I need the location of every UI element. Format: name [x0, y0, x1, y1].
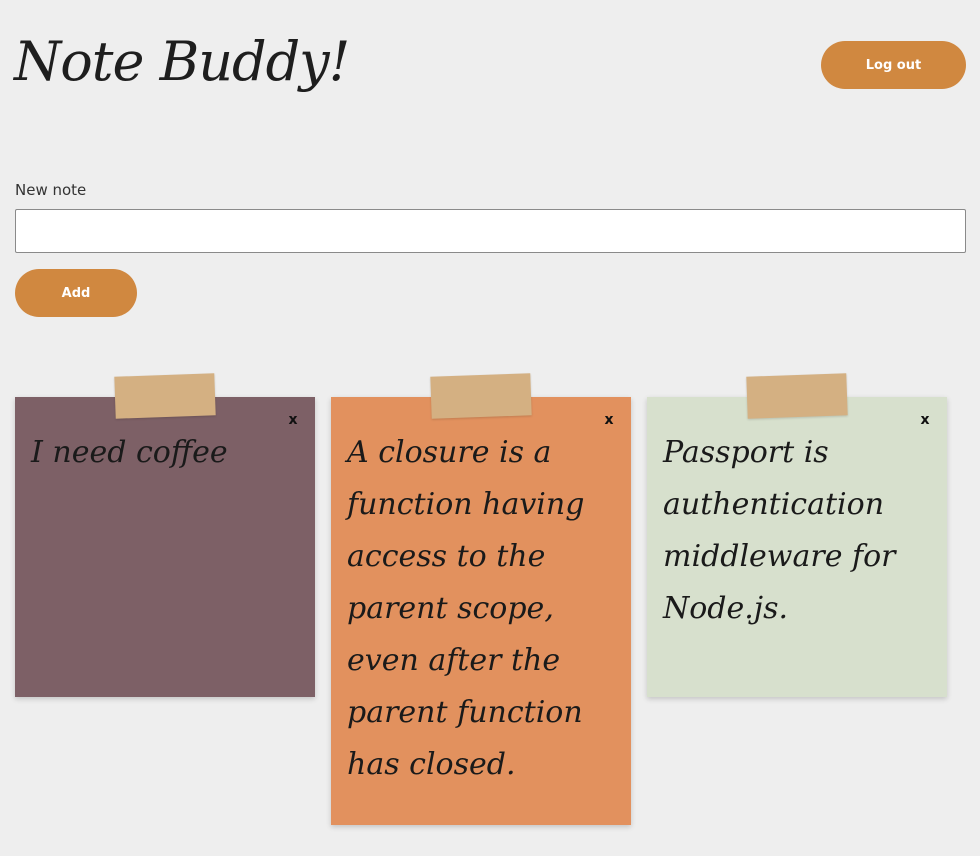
- note-card: x Passport is authentication middleware …: [647, 373, 947, 697]
- app-title: Note Buddy!: [14, 30, 350, 93]
- delete-note-button[interactable]: x: [285, 411, 301, 429]
- delete-note-button[interactable]: x: [601, 411, 617, 429]
- new-note-label: New note: [15, 181, 87, 199]
- note-card: x A closure is a function having access …: [331, 373, 631, 825]
- new-note-input[interactable]: [15, 209, 966, 253]
- note-text: Passport is authentication middleware fo…: [663, 435, 896, 626]
- add-button[interactable]: Add: [15, 269, 137, 317]
- notes-board: x I need coffee x A closure is a functio…: [15, 373, 965, 844]
- note-text: I need coffee: [31, 435, 228, 470]
- note-text: A closure is a function having access to…: [347, 435, 585, 782]
- tape-decoration: [746, 373, 848, 419]
- logout-button[interactable]: Log out: [821, 41, 966, 89]
- delete-note-button[interactable]: x: [917, 411, 933, 429]
- note-card: x I need coffee: [15, 373, 315, 697]
- tape-decoration: [114, 373, 216, 419]
- tape-decoration: [430, 373, 532, 419]
